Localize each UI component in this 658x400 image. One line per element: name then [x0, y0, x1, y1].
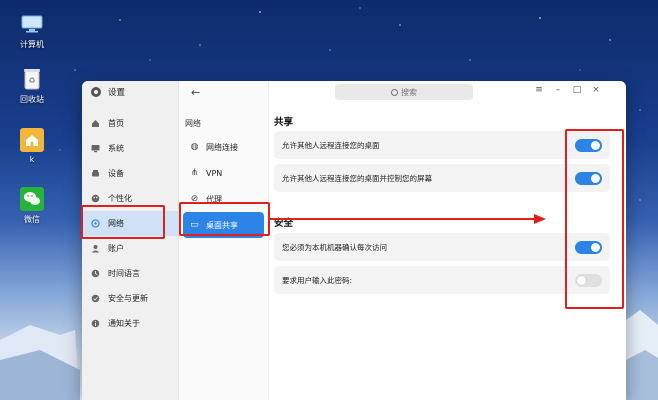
option-allow-remote-view: 允许其他人远程连接您的桌面: [274, 131, 610, 159]
search-icon: [391, 88, 398, 96]
sub-item-vpn[interactable]: ⋔ VPN: [179, 160, 268, 186]
svg-text:♻: ♻: [28, 76, 35, 85]
sidebar-item-system[interactable]: 系统: [82, 136, 178, 161]
back-button[interactable]: ←: [191, 86, 200, 99]
maximize-button[interactable]: □: [571, 85, 583, 95]
sidebar-item-label: 账户: [108, 244, 124, 253]
network-heading: 网络: [185, 119, 201, 128]
sidebar-item-home[interactable]: 首页: [82, 111, 178, 136]
close-button[interactable]: ×: [590, 85, 602, 95]
search-input[interactable]: 搜索: [335, 84, 473, 100]
trash-icon: ♻: [20, 67, 44, 91]
sub-item-label: VPN: [206, 168, 223, 178]
settings-window: 设置 首页 系统 设备 个性化 网络 账户 时间语言 安全与更新 通知关于 ← …: [82, 81, 626, 400]
home-folder-icon: [20, 128, 44, 152]
desktop-icon-trash[interactable]: ♻ 回收站: [12, 67, 52, 105]
sidebar-item-time-language[interactable]: 时间语言: [82, 261, 178, 286]
option-label: 要求用户输入此密码:: [282, 275, 353, 285]
option-allow-remote-control: 允许其他人远程连接您的桌面并控制您的屏幕: [274, 164, 610, 192]
option-label: 允许其他人远程连接您的桌面: [282, 140, 380, 150]
account-icon: [91, 244, 100, 253]
option-label: 您必须为本机机器确认每次访问: [282, 242, 387, 252]
sidebar-item-label: 设备: [108, 169, 124, 178]
sidebar-item-label: 安全与更新: [108, 294, 148, 303]
sub-item-label: 网络连接: [206, 142, 238, 152]
desktop-icon-label: 微信: [24, 215, 40, 224]
vpn-icon: ⋔: [190, 168, 199, 178]
desktop-icon-wechat[interactable]: 微信: [12, 187, 52, 225]
settings-logo-icon: [91, 87, 101, 97]
desktop-icon-computer[interactable]: 计算机: [12, 12, 52, 50]
computer-icon: [20, 12, 44, 36]
sidebar-item-label: 个性化: [108, 194, 132, 203]
annotation-arrow: [270, 214, 546, 224]
device-icon: [91, 169, 100, 178]
search-placeholder: 搜索: [401, 87, 417, 97]
sidebar-item-label: 系统: [108, 144, 124, 153]
sidebar-item-label: 时间语言: [108, 269, 140, 278]
clock-icon: [91, 269, 100, 278]
sidebar-item-security-update[interactable]: 安全与更新: [82, 286, 178, 311]
desktop-icon-label: k: [29, 155, 35, 164]
option-require-password: 要求用户输入此密码:: [274, 266, 610, 294]
app-title: 设置: [108, 88, 126, 98]
desktop-icon-label: 计算机: [20, 40, 44, 49]
annotation-box-desktop-share: [179, 202, 270, 236]
desktop-icon-home[interactable]: k: [12, 128, 52, 164]
sidebar-item-label: 首页: [108, 119, 124, 128]
home-icon: [91, 119, 100, 128]
sidebar-item-label: 通知关于: [108, 319, 140, 328]
globe-icon: ◍: [190, 142, 199, 152]
system-icon: [91, 144, 100, 153]
annotation-box-toggles: [565, 129, 624, 309]
desktop-icon-label: 回收站: [20, 95, 44, 104]
sidebar-item-device[interactable]: 设备: [82, 161, 178, 186]
app-title-bar: 设置: [82, 81, 178, 103]
annotation-box-network: [81, 205, 165, 239]
sub-item-network-connection[interactable]: ◍ 网络连接: [179, 134, 268, 160]
share-section-title: 共享: [274, 117, 294, 128]
security-icon: [91, 294, 100, 303]
menu-button[interactable]: ≡: [533, 85, 545, 95]
info-icon: [91, 319, 100, 328]
settings-sidebar: 设置 首页 系统 设备 个性化 网络 账户 时间语言 安全与更新 通知关于: [82, 81, 179, 400]
window-topbar: 搜索 ≡ – □ ×: [269, 81, 626, 103]
option-label: 允许其他人远程连接您的桌面并控制您的屏幕: [282, 173, 432, 183]
option-confirm-each-access: 您必须为本机机器确认每次访问: [274, 233, 610, 261]
wechat-icon: [20, 187, 44, 211]
sidebar-item-about[interactable]: 通知关于: [82, 311, 178, 336]
network-subpanel: ← 网络 ◍ 网络连接 ⋔ VPN ⊘ 代理 ▭ 桌面共享: [179, 81, 269, 400]
personalize-icon: [91, 194, 100, 203]
minimize-button[interactable]: –: [552, 85, 564, 95]
sidebar-item-account[interactable]: 账户: [82, 236, 178, 261]
